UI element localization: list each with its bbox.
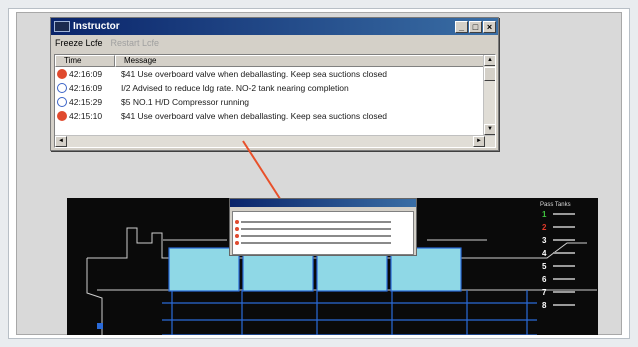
legend-label-bar <box>553 291 575 293</box>
legend-label-bar <box>553 252 575 254</box>
mini-title-bar <box>230 199 416 207</box>
legend-item: 8 <box>536 299 598 312</box>
legend-number: 2 <box>542 223 547 232</box>
legend-number: 8 <box>542 301 547 310</box>
legend-number: 5 <box>542 262 547 271</box>
legend-label-bar <box>553 239 575 241</box>
legend-label-bar <box>553 278 575 280</box>
legend-item: 6 <box>536 273 598 286</box>
legend-item: 3 <box>536 234 598 247</box>
legend-item: 5 <box>536 260 598 273</box>
legend-label-bar <box>553 226 575 228</box>
legend-label-bar <box>553 213 575 215</box>
legend-item: 2 <box>536 221 598 234</box>
legend-number: 1 <box>542 210 547 219</box>
mini-log-list <box>232 211 414 255</box>
legend-item: 4 <box>536 247 598 260</box>
mini-instructor-window <box>229 198 417 256</box>
tank-legend: Pass Tanks 1 2 3 4 5 6 7 8 <box>536 198 598 335</box>
legend-header: Pass Tanks <box>540 202 571 208</box>
legend-number: 6 <box>542 275 547 284</box>
legend-item: 7 <box>536 286 598 299</box>
legend-number: 3 <box>542 236 547 245</box>
legend-label-bar <box>553 304 575 306</box>
legend-number: 4 <box>542 249 547 258</box>
legend-number: 7 <box>542 288 547 297</box>
legend-label-bar <box>553 265 575 267</box>
legend-item: 1 <box>536 208 598 221</box>
